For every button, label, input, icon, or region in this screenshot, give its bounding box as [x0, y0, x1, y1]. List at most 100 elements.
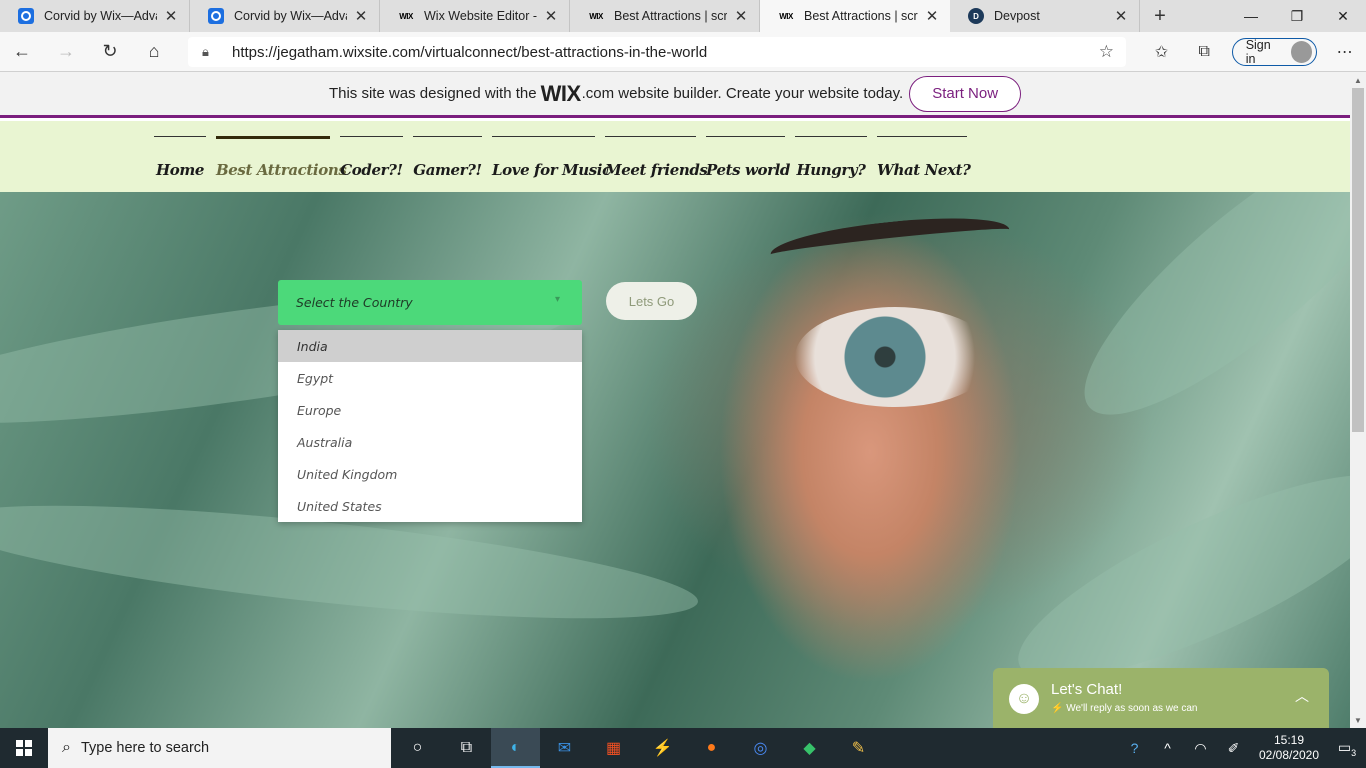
browser-toolbar: ← → ↻ ⌂ 🔒︎ https://jegatham.wixsite.com/… [0, 32, 1366, 72]
close-icon[interactable]: ✕ [924, 7, 940, 25]
taskbar-clock[interactable]: 15:19 02/08/2020 [1250, 733, 1328, 763]
leaf-shape [1050, 192, 1350, 453]
corvid-icon [208, 8, 224, 24]
chat-subtitle: ⚡ We'll reply as soon as we can [1051, 703, 1198, 714]
smiley-icon: ☺ [1009, 684, 1039, 714]
new-tab-button[interactable]: + [1140, 0, 1180, 32]
windows-start-button[interactable] [0, 728, 48, 768]
wix-logo[interactable]: WIX [541, 81, 582, 107]
nav-item-what-next[interactable]: What Next? [877, 136, 971, 192]
country-option[interactable]: United Kingdom [278, 458, 582, 490]
close-icon[interactable]: ✕ [543, 7, 559, 25]
firefox-icon[interactable]: ● [687, 728, 736, 768]
mail-icon[interactable]: ✉ [540, 728, 589, 768]
browser-tab[interactable]: WIX Best Attractions | scrum ✕ [570, 0, 760, 32]
app-icon[interactable]: ◆ [785, 728, 834, 768]
pen-icon[interactable]: ✐ [1217, 740, 1250, 757]
refresh-icon[interactable]: ↻ [88, 34, 132, 70]
restore-icon[interactable]: ❐ [1274, 0, 1320, 32]
help-icon[interactable]: ? [1118, 740, 1151, 756]
browser-tab-active[interactable]: WIX Best Attractions | scrum ✕ [760, 0, 950, 32]
minimize-icon[interactable]: — [1228, 0, 1274, 32]
country-options-list: India Egypt Europe Australia United King… [278, 330, 582, 522]
collections-icon[interactable]: ⧉ [1183, 36, 1226, 68]
tab-title: Corvid by Wix—Advanc [234, 9, 347, 23]
browser-tab[interactable]: Corvid by Wix—Advanc ✕ [190, 0, 380, 32]
country-option[interactable]: Egypt [278, 362, 582, 394]
scrollbar-thumb[interactable] [1352, 88, 1364, 432]
country-select[interactable]: Select the Country ▾ [278, 280, 582, 325]
chevron-down-icon: ▾ [554, 294, 560, 305]
country-option[interactable]: Europe [278, 394, 582, 426]
chevron-up-icon[interactable]: ^ [1151, 740, 1184, 756]
lock-icon[interactable]: 🔒︎ [202, 44, 216, 60]
start-now-button[interactable]: Start Now [909, 75, 1022, 112]
search-placeholder: Type here to search [80, 740, 210, 756]
nav-item-hungry[interactable]: Hungry? [795, 136, 867, 192]
tab-title: Best Attractions | scrum [804, 9, 918, 23]
chrome-icon[interactable]: ◎ [736, 728, 785, 768]
tab-title: Best Attractions | scrum [614, 9, 727, 23]
close-icon[interactable]: ✕ [163, 7, 179, 25]
tab-title: Devpost [994, 9, 1040, 23]
country-option[interactable]: Australia [278, 426, 582, 458]
scroll-up-icon[interactable]: ▲ [1350, 72, 1366, 88]
cortana-icon[interactable]: ○ [393, 728, 442, 768]
nav-item-coder[interactable]: Coder?! [340, 136, 403, 192]
nav-item-meet-friends[interactable]: Meet friends [605, 136, 708, 192]
task-view-icon[interactable]: ⧉ [442, 728, 491, 768]
paint-icon[interactable]: ✎ [834, 728, 883, 768]
notification-icon[interactable]: ▭3 [1328, 739, 1366, 758]
wix-ad-banner: This site was designed with the WIX .com… [0, 72, 1350, 118]
wix-icon: WIX [589, 11, 603, 21]
browser-tab[interactable]: D Devpost ✕ [950, 0, 1140, 32]
address-bar[interactable]: 🔒︎ https://jegatham.wixsite.com/virtualc… [188, 37, 1126, 67]
sign-in-button[interactable]: Sign in [1231, 38, 1318, 66]
nav-item-gamer[interactable]: Gamer?! [413, 136, 482, 192]
page-scrollbar[interactable]: ▲ ▼ [1350, 72, 1366, 728]
site-navigation: Home Best Attractions Coder?! Gamer?! Lo… [0, 121, 1350, 192]
chat-widget[interactable]: ☺ Let's Chat! ⚡ We'll reply as soon as w… [993, 668, 1329, 728]
wifi-icon[interactable]: ◠ [1184, 740, 1217, 757]
browser-tab[interactable]: Corvid by Wix—Advanc ✕ [0, 0, 190, 32]
home-icon[interactable]: ⌂ [132, 34, 176, 70]
edge-browser-icon[interactable]: ◐ [491, 728, 540, 768]
sign-in-label: Sign in [1245, 38, 1271, 66]
favorite-star-icon[interactable]: ☆ [1099, 42, 1114, 62]
country-select-placeholder: Select the Country [296, 295, 413, 310]
devpost-icon: D [968, 8, 984, 24]
nav-item-pets-world[interactable]: Pets world [706, 136, 790, 192]
avatar [1290, 41, 1313, 63]
vscode-icon[interactable]: ⚡ [638, 728, 687, 768]
taskbar-search-input[interactable]: ⌕ Type here to search [48, 728, 391, 768]
close-window-icon[interactable]: ✕ [1320, 0, 1366, 32]
eyebrow-shape [768, 209, 1012, 275]
window-controls: — ❐ ✕ [1228, 0, 1366, 32]
web-page: This site was designed with the WIX .com… [0, 72, 1350, 728]
scroll-down-icon[interactable]: ▼ [1350, 712, 1366, 728]
back-arrow-icon[interactable]: ← [0, 34, 44, 70]
country-option[interactable]: India [278, 330, 582, 362]
more-menu-icon[interactable]: ⋯ [1323, 36, 1366, 68]
browser-tab-strip: Corvid by Wix—Advanc ✕ Corvid by Wix—Adv… [0, 0, 1366, 32]
close-icon[interactable]: ✕ [733, 7, 749, 25]
favorites-icon[interactable]: ✩ [1140, 36, 1183, 68]
eye-shape [795, 307, 995, 407]
browser-tab[interactable]: WIX Wix Website Editor - vir ✕ [380, 0, 570, 32]
wix-icon: WIX [399, 11, 413, 21]
search-icon: ⌕ [62, 739, 71, 756]
nav-item-home[interactable]: Home [154, 136, 206, 192]
wix-icon: WIX [779, 11, 793, 21]
nav-item-love-for-music[interactable]: Love for Music [492, 136, 611, 192]
tab-title: Corvid by Wix—Advanc [44, 9, 157, 23]
nav-item-best-attractions[interactable]: Best Attractions [216, 136, 347, 192]
close-icon[interactable]: ✕ [353, 7, 369, 25]
store-icon[interactable]: ▦ [589, 728, 638, 768]
close-icon[interactable]: ✕ [1113, 7, 1129, 25]
windows-logo-icon [16, 740, 32, 756]
chevron-up-icon[interactable]: ︿ [1295, 686, 1309, 706]
lets-go-button[interactable]: Lets Go [606, 282, 697, 320]
country-option[interactable]: United States [278, 490, 582, 522]
forward-arrow-icon[interactable]: → [44, 34, 88, 70]
system-tray: ? ^ ◠ ✐ 15:19 02/08/2020 ▭3 [1118, 728, 1366, 768]
